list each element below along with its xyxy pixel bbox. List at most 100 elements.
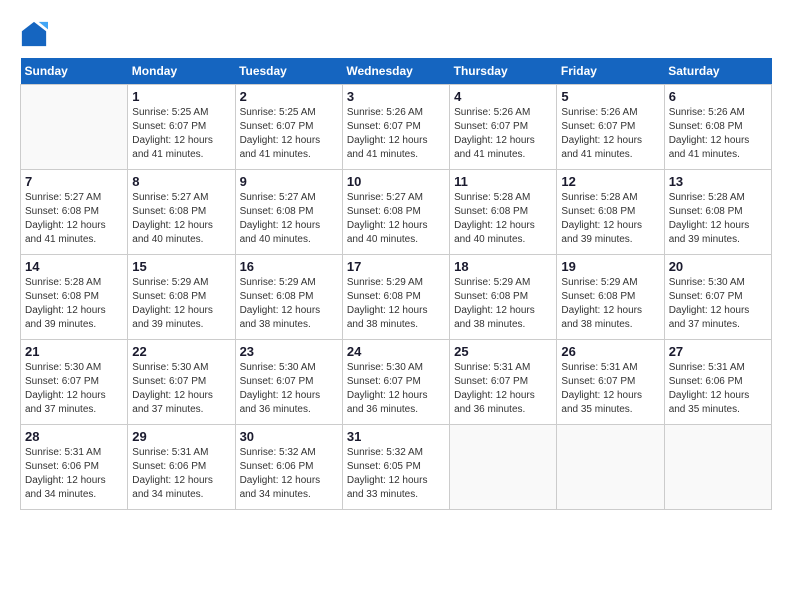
calendar-cell: 20 Sunrise: 5:30 AMSunset: 6:07 PMDayligh… xyxy=(664,255,771,340)
calendar-cell: 31Sunrise: 5:32 AMSunset: 6:05 PMDayligh… xyxy=(342,425,449,510)
calendar-cell: 19Sunrise: 5:29 AMSunset: 6:08 PMDayligh… xyxy=(557,255,664,340)
calendar-cell: 7Sunrise: 5:27 AMSunset: 6:08 PMDaylight… xyxy=(21,170,128,255)
day-info: Sunrise: 5:30 AMSunset: 6:07 PMDaylight:… xyxy=(25,361,123,417)
day-number: 23 xyxy=(240,344,338,359)
calendar-cell: 5 Sunrise: 5:26 AMSunset: 6:07 PMDaylight… xyxy=(557,85,664,170)
calendar-cell: 3 Sunrise: 5:26 AMSunset: 6:07 PMDaylight… xyxy=(342,85,449,170)
weekday-header-sunday: Sunday xyxy=(21,58,128,85)
day-number: 6 xyxy=(669,89,767,104)
weekday-header-tuesday: Tuesday xyxy=(235,58,342,85)
day-info: Sunrise: 5:27 AMSunset: 6:08 PMDaylight:… xyxy=(132,191,230,247)
calendar-cell: 21 Sunrise: 5:30 AMSunset: 6:07 PMDayligh… xyxy=(21,340,128,425)
logo xyxy=(20,20,52,48)
day-info: Sunrise: 5:28 AMSunset: 6:08 PMDaylight:… xyxy=(454,191,552,247)
day-info: Sunrise: 5:27 AMSunset: 6:08 PMDaylight:… xyxy=(240,191,338,247)
day-info: Sunrise: 5:29 AMSunset: 6:08 PMDaylight:… xyxy=(454,276,552,332)
calendar-cell: 24 Sunrise: 5:30 AMSunset: 6:07 PMDayligh… xyxy=(342,340,449,425)
day-number: 8 xyxy=(132,174,230,189)
day-info: Sunrise: 5:30 AMSunset: 6:07 PMDaylight:… xyxy=(347,361,445,417)
day-number: 2 xyxy=(240,89,338,104)
calendar-cell: 29Sunrise: 5:31 AMSunset: 6:06 PMDayligh… xyxy=(128,425,235,510)
calendar-cell: 27 Sunrise: 5:31 AMSunset: 6:06 PMDayligh… xyxy=(664,340,771,425)
day-number: 20 xyxy=(669,259,767,274)
calendar-table: SundayMondayTuesdayWednesdayThursdayFrid… xyxy=(20,58,772,510)
calendar-body: 1 Sunrise: 5:25 AMSunset: 6:07 PMDaylight… xyxy=(21,85,772,510)
calendar-cell xyxy=(557,425,664,510)
day-number: 3 xyxy=(347,89,445,104)
weekday-header-saturday: Saturday xyxy=(664,58,771,85)
calendar-week-5: 28 Sunrise: 5:31 AMSunset: 6:06 PMDayligh… xyxy=(21,425,772,510)
calendar-cell: 15 Sunrise: 5:29 AMSunset: 6:08 PMDayligh… xyxy=(128,255,235,340)
calendar-header: SundayMondayTuesdayWednesdayThursdayFrid… xyxy=(21,58,772,85)
day-info: Sunrise: 5:26 AMSunset: 6:07 PMDaylight:… xyxy=(561,106,659,162)
day-info: Sunrise: 5:25 AMSunset: 6:07 PMDaylight:… xyxy=(240,106,338,162)
day-number: 19 xyxy=(561,259,659,274)
day-info: Sunrise: 5:26 AMSunset: 6:08 PMDaylight:… xyxy=(669,106,767,162)
day-info: Sunrise: 5:29 AMSunset: 6:08 PMDaylight:… xyxy=(347,276,445,332)
day-number: 26 xyxy=(561,344,659,359)
day-info: Sunrise: 5:31 AMSunset: 6:06 PMDaylight:… xyxy=(669,361,767,417)
day-number: 12 xyxy=(561,174,659,189)
day-info: Sunrise: 5:27 AMSunset: 6:08 PMDaylight:… xyxy=(25,191,123,247)
day-number: 1 xyxy=(132,89,230,104)
day-number: 27 xyxy=(669,344,767,359)
calendar-cell: 11 Sunrise: 5:28 AMSunset: 6:08 PMDayligh… xyxy=(450,170,557,255)
calendar-cell: 14 Sunrise: 5:28 AMSunset: 6:08 PMDayligh… xyxy=(21,255,128,340)
day-number: 18 xyxy=(454,259,552,274)
day-number: 11 xyxy=(454,174,552,189)
day-info: Sunrise: 5:32 AMSunset: 6:05 PMDaylight:… xyxy=(347,446,445,502)
calendar-cell: 25 Sunrise: 5:31 AMSunset: 6:07 PMDayligh… xyxy=(450,340,557,425)
day-number: 14 xyxy=(25,259,123,274)
calendar-week-2: 7Sunrise: 5:27 AMSunset: 6:08 PMDaylight… xyxy=(21,170,772,255)
day-info: Sunrise: 5:31 AMSunset: 6:06 PMDaylight:… xyxy=(25,446,123,502)
day-number: 16 xyxy=(240,259,338,274)
day-number: 24 xyxy=(347,344,445,359)
calendar-cell: 4 Sunrise: 5:26 AMSunset: 6:07 PMDaylight… xyxy=(450,85,557,170)
day-info: Sunrise: 5:26 AMSunset: 6:07 PMDaylight:… xyxy=(347,106,445,162)
page-header xyxy=(20,20,772,48)
day-number: 15 xyxy=(132,259,230,274)
day-number: 4 xyxy=(454,89,552,104)
weekday-row: SundayMondayTuesdayWednesdayThursdayFrid… xyxy=(21,58,772,85)
day-info: Sunrise: 5:28 AMSunset: 6:08 PMDaylight:… xyxy=(25,276,123,332)
weekday-header-friday: Friday xyxy=(557,58,664,85)
calendar-cell: 17 Sunrise: 5:29 AMSunset: 6:08 PMDayligh… xyxy=(342,255,449,340)
day-info: Sunrise: 5:31 AMSunset: 6:07 PMDaylight:… xyxy=(454,361,552,417)
day-info: Sunrise: 5:30 AMSunset: 6:07 PMDaylight:… xyxy=(132,361,230,417)
calendar-cell: 28 Sunrise: 5:31 AMSunset: 6:06 PMDayligh… xyxy=(21,425,128,510)
day-info: Sunrise: 5:31 AMSunset: 6:06 PMDaylight:… xyxy=(132,446,230,502)
day-number: 25 xyxy=(454,344,552,359)
day-info: Sunrise: 5:31 AMSunset: 6:07 PMDaylight:… xyxy=(561,361,659,417)
day-info: Sunrise: 5:28 AMSunset: 6:08 PMDaylight:… xyxy=(669,191,767,247)
weekday-header-thursday: Thursday xyxy=(450,58,557,85)
day-info: Sunrise: 5:30 AMSunset: 6:07 PMDaylight:… xyxy=(669,276,767,332)
day-number: 5 xyxy=(561,89,659,104)
calendar-cell: 22 Sunrise: 5:30 AMSunset: 6:07 PMDayligh… xyxy=(128,340,235,425)
calendar-cell xyxy=(664,425,771,510)
day-info: Sunrise: 5:27 AMSunset: 6:08 PMDaylight:… xyxy=(347,191,445,247)
calendar-cell: 23Sunrise: 5:30 AMSunset: 6:07 PMDayligh… xyxy=(235,340,342,425)
day-info: Sunrise: 5:26 AMSunset: 6:07 PMDaylight:… xyxy=(454,106,552,162)
calendar-cell: 6 Sunrise: 5:26 AMSunset: 6:08 PMDaylight… xyxy=(664,85,771,170)
day-number: 17 xyxy=(347,259,445,274)
logo-icon xyxy=(20,20,48,48)
calendar-cell xyxy=(450,425,557,510)
day-number: 28 xyxy=(25,429,123,444)
calendar-week-3: 14 Sunrise: 5:28 AMSunset: 6:08 PMDayligh… xyxy=(21,255,772,340)
calendar-week-1: 1 Sunrise: 5:25 AMSunset: 6:07 PMDaylight… xyxy=(21,85,772,170)
calendar-cell: 16 Sunrise: 5:29 AMSunset: 6:08 PMDayligh… xyxy=(235,255,342,340)
day-number: 10 xyxy=(347,174,445,189)
calendar-cell: 9Sunrise: 5:27 AMSunset: 6:08 PMDaylight… xyxy=(235,170,342,255)
calendar-cell: 1Sunrise: 5:25 AMSunset: 6:07 PMDaylight… xyxy=(128,85,235,170)
calendar-cell: 10 Sunrise: 5:27 AMSunset: 6:08 PMDayligh… xyxy=(342,170,449,255)
calendar-cell: 12 Sunrise: 5:28 AMSunset: 6:08 PMDayligh… xyxy=(557,170,664,255)
weekday-header-monday: Monday xyxy=(128,58,235,85)
day-info: Sunrise: 5:29 AMSunset: 6:08 PMDaylight:… xyxy=(132,276,230,332)
day-info: Sunrise: 5:29 AMSunset: 6:08 PMDaylight:… xyxy=(240,276,338,332)
day-info: Sunrise: 5:28 AMSunset: 6:08 PMDaylight:… xyxy=(561,191,659,247)
day-number: 30 xyxy=(240,429,338,444)
day-number: 22 xyxy=(132,344,230,359)
calendar-week-4: 21 Sunrise: 5:30 AMSunset: 6:07 PMDayligh… xyxy=(21,340,772,425)
day-number: 21 xyxy=(25,344,123,359)
day-info: Sunrise: 5:32 AMSunset: 6:06 PMDaylight:… xyxy=(240,446,338,502)
